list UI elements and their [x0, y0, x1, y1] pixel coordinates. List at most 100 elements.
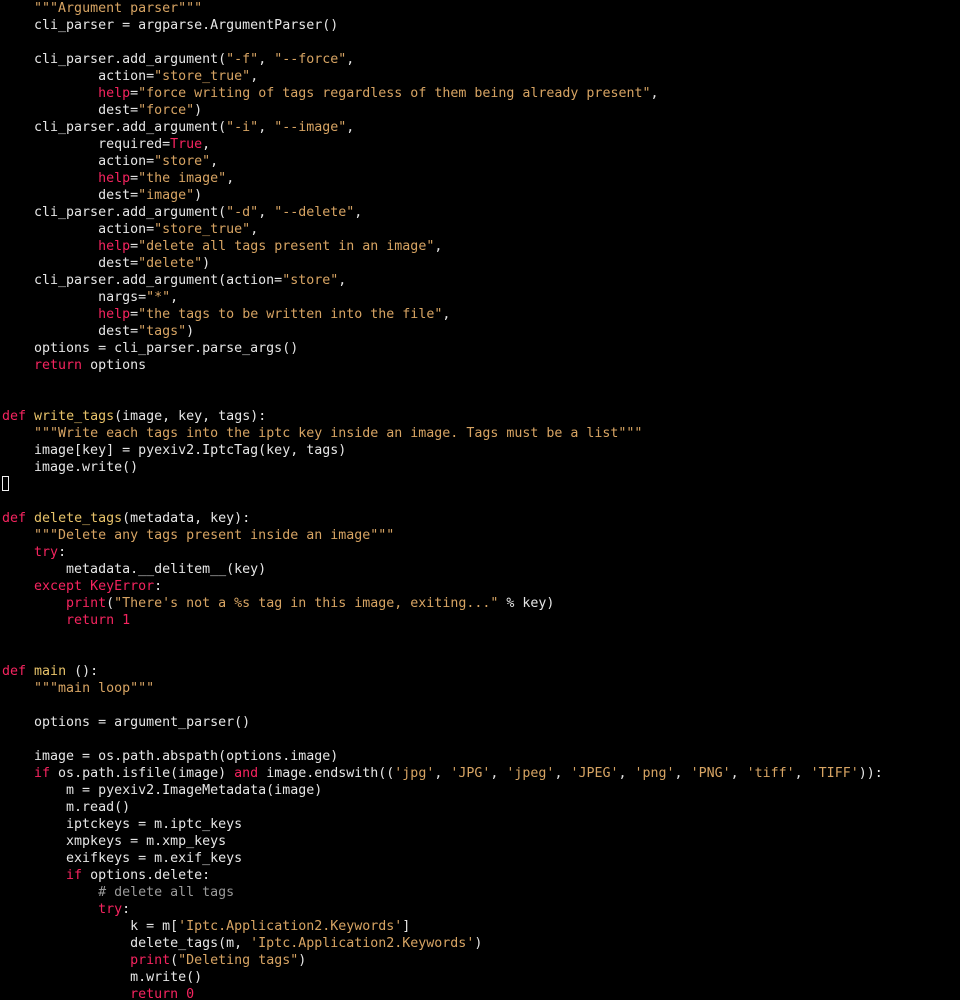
- code-line[interactable]: return 0: [2, 986, 883, 1000]
- code-line[interactable]: def write_tags(image, key, tags):: [2, 408, 883, 425]
- code-line[interactable]: action="store_true",: [2, 68, 883, 85]
- code-line[interactable]: [2, 646, 883, 663]
- code-token-plain: m.read(): [2, 800, 131, 815]
- code-line[interactable]: cli_parser.add_argument(action="store",: [2, 272, 883, 289]
- code-editor[interactable]: """Argument parser""" cli_parser = argpa…: [0, 0, 960, 1000]
- code-token-kw: return: [66, 613, 115, 628]
- code-line[interactable]: xmpkeys = m.xmp_keys: [2, 833, 883, 850]
- code-line[interactable]: help="the image",: [2, 170, 883, 187]
- code-line[interactable]: iptckeys = m.iptc_keys: [2, 816, 883, 833]
- code-token-plain: options: [82, 358, 147, 373]
- code-line[interactable]: help="force writing of tags regardless o…: [2, 85, 883, 102]
- code-line[interactable]: try:: [2, 901, 883, 918]
- code-line[interactable]: options = argument_parser(): [2, 714, 883, 731]
- code-token-plain: (image, key, tags):: [114, 409, 267, 424]
- code-token-str: """Write each tags into the iptc key ins…: [34, 426, 643, 441]
- code-token-builtin: print: [130, 953, 171, 968]
- code-line[interactable]: exifkeys = m.exif_keys: [2, 850, 883, 867]
- code-line[interactable]: m = pyexiv2.ImageMetadata(image): [2, 782, 883, 799]
- code-line[interactable]: """main loop""": [2, 680, 883, 697]
- code-token-str: "force writing of tags regardless of the…: [138, 86, 651, 101]
- code-line[interactable]: def main ():: [2, 663, 883, 680]
- code-line[interactable]: required=True,: [2, 136, 883, 153]
- code-line[interactable]: """Argument parser""": [2, 0, 883, 17]
- code-line[interactable]: cli_parser.add_argument("-f", "--force",: [2, 51, 883, 68]
- code-line[interactable]: metadata.__delitem__(key): [2, 561, 883, 578]
- code-token-str: 'jpeg': [506, 766, 555, 781]
- code-line[interactable]: dest="image"): [2, 187, 883, 204]
- code-line[interactable]: except KeyError:: [2, 578, 883, 595]
- code-token-plain: ,: [346, 120, 355, 135]
- code-line[interactable]: help="the tags to be written into the fi…: [2, 306, 883, 323]
- code-line[interactable]: print("There's not a %s tag in this imag…: [2, 595, 883, 612]
- code-line[interactable]: m.write(): [2, 969, 883, 986]
- code-line[interactable]: return 1: [2, 612, 883, 629]
- code-line[interactable]: return options: [2, 357, 883, 374]
- code-line[interactable]: # delete all tags: [2, 884, 883, 901]
- code-line[interactable]: [2, 629, 883, 646]
- code-line[interactable]: options = cli_parser.parse_args(): [2, 340, 883, 357]
- code-line[interactable]: [2, 34, 883, 51]
- code-line[interactable]: m.read(): [2, 799, 883, 816]
- code-line[interactable]: action="store_true",: [2, 221, 883, 238]
- code-line[interactable]: image = os.path.abspath(options.image): [2, 748, 883, 765]
- code-token-plain: ,: [442, 307, 451, 322]
- code-token-plain: =: [130, 171, 139, 186]
- code-line[interactable]: dest="force"): [2, 102, 883, 119]
- code-token-plain: ,: [794, 766, 811, 781]
- code-token-plain: exifkeys = m.exif_keys: [2, 851, 243, 866]
- code-line[interactable]: action="store",: [2, 153, 883, 170]
- code-line[interactable]: nargs="*",: [2, 289, 883, 306]
- code-line[interactable]: if options.delete:: [2, 867, 883, 884]
- code-line[interactable]: help="delete all tags present in an imag…: [2, 238, 883, 255]
- code-line[interactable]: if os.path.isfile(image) and image.endsw…: [2, 765, 883, 782]
- code-token-plain: ,: [354, 205, 363, 220]
- code-token-plain: ): [194, 103, 203, 118]
- code-token-str: 'JPEG': [570, 766, 619, 781]
- code-line[interactable]: cli_parser.add_argument("-d", "--delete"…: [2, 204, 883, 221]
- code-line[interactable]: cli_parser.add_argument("-i", "--image",: [2, 119, 883, 136]
- code-line[interactable]: dest="tags"): [2, 323, 883, 340]
- code-line[interactable]: k = m['Iptc.Application2.Keywords']: [2, 918, 883, 935]
- code-line[interactable]: cli_parser = argparse.ArgumentParser(): [2, 17, 883, 34]
- code-line[interactable]: delete_tags(m, 'Iptc.Application2.Keywor…: [2, 935, 883, 952]
- code-token-exc: KeyError: [90, 579, 155, 594]
- code-line[interactable]: [2, 374, 883, 391]
- code-token-num: 1: [122, 613, 131, 628]
- code-line[interactable]: """Write each tags into the iptc key ins…: [2, 425, 883, 442]
- code-line[interactable]: def delete_tags(metadata, key):: [2, 510, 883, 527]
- code-line[interactable]: [2, 731, 883, 748]
- code-token-str: "*": [146, 290, 171, 305]
- code-token-str: 'tiff': [746, 766, 795, 781]
- code-line[interactable]: dest="delete"): [2, 255, 883, 272]
- code-line[interactable]: """Delete any tags present inside an ima…: [2, 527, 883, 544]
- code-token-plain: ,: [202, 137, 211, 152]
- code-token-plain: required=: [2, 137, 171, 152]
- code-token-plain: ,: [250, 69, 259, 84]
- code-token-plain: =: [130, 86, 139, 101]
- code-token-plain: image.endswith((: [258, 766, 395, 781]
- code-token-plain: metadata.__delitem__(key): [2, 562, 267, 577]
- code-line[interactable]: try:: [2, 544, 883, 561]
- code-line[interactable]: [2, 476, 883, 493]
- code-token-str: "--force": [274, 52, 347, 67]
- code-token-str: "the tags to be written into the file": [138, 307, 443, 322]
- code-area[interactable]: """Argument parser""" cli_parser = argpa…: [2, 0, 883, 1000]
- code-line[interactable]: [2, 493, 883, 510]
- code-line[interactable]: [2, 697, 883, 714]
- code-token-str: "--delete": [274, 205, 355, 220]
- code-line[interactable]: print("Deleting tags"): [2, 952, 883, 969]
- code-line[interactable]: [2, 391, 883, 408]
- code-token-str: "delete": [138, 256, 203, 271]
- code-line[interactable]: image.write(): [2, 459, 883, 476]
- code-token-builtin: help: [98, 239, 131, 254]
- code-token-plain: (: [170, 953, 179, 968]
- code-token-plain: m = pyexiv2.ImageMetadata(image): [2, 783, 323, 798]
- code-line[interactable]: image[key] = pyexiv2.IptcTag(key, tags): [2, 442, 883, 459]
